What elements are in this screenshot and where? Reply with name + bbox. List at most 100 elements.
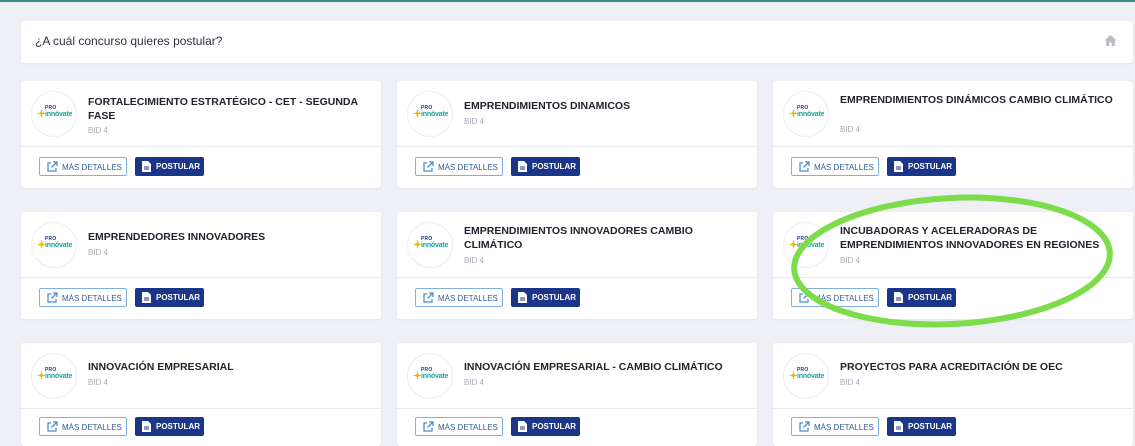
external-link-icon bbox=[799, 161, 810, 172]
contest-card: PRO innóvate EMPRENDIMIENTOS DINAMICOS B… bbox=[397, 81, 757, 188]
card-header: PRO innóvate PROYECTOS PARA ACREDITACIÓN… bbox=[773, 343, 1133, 407]
card-divider bbox=[773, 277, 1133, 278]
apply-button-label: POSTULAR bbox=[908, 162, 952, 171]
contest-title: PROYECTOS PARA ACREDITACIÓN DE OEC bbox=[840, 361, 1063, 373]
contest-title: INCUBADORAS Y ACELERADORAS DE EMPRENDIMI… bbox=[840, 225, 1100, 251]
details-button-label: MÁS DETALLES bbox=[62, 423, 122, 432]
proinnovate-logo: PRO innóvate bbox=[783, 222, 829, 268]
logo-innovate-text: innóvate bbox=[421, 242, 449, 249]
apply-button[interactable]: POSTULAR bbox=[887, 157, 956, 176]
card-divider bbox=[21, 277, 381, 278]
logo-innovate-text: innóvate bbox=[45, 111, 73, 118]
proinnovate-logo: PRO innóvate bbox=[31, 91, 77, 137]
apply-button-label: POSTULAR bbox=[156, 293, 200, 302]
details-button[interactable]: MÁS DETALLES bbox=[791, 417, 879, 436]
external-link-icon bbox=[423, 421, 434, 432]
card-header: PRO innóvate EMPRENDIMIENTOS INNOVADORES… bbox=[397, 212, 757, 276]
apply-button-label: POSTULAR bbox=[532, 293, 576, 302]
document-icon bbox=[142, 292, 151, 303]
card-divider bbox=[397, 408, 757, 409]
card-header: PRO innóvate EMPRENDIMIENTOS DINÁMICOS C… bbox=[773, 81, 1133, 145]
top-accent-line bbox=[0, 0, 1135, 2]
details-button[interactable]: MÁS DETALLES bbox=[39, 288, 127, 307]
contest-card: PRO innóvate EMPRENDEDORES INNOVADORES B… bbox=[21, 212, 381, 319]
card-header: PRO innóvate INCUBADORAS Y ACELERADORAS … bbox=[773, 212, 1133, 276]
apply-button-label: POSTULAR bbox=[532, 162, 576, 171]
details-button[interactable]: MÁS DETALLES bbox=[791, 288, 879, 307]
external-link-icon bbox=[47, 421, 58, 432]
details-button[interactable]: MÁS DETALLES bbox=[415, 157, 503, 176]
details-button[interactable]: MÁS DETALLES bbox=[415, 288, 503, 307]
details-button-label: MÁS DETALLES bbox=[438, 423, 498, 432]
details-button-label: MÁS DETALLES bbox=[62, 294, 122, 303]
page-title: ¿A cuál concurso quieres postular? bbox=[35, 34, 223, 48]
logo-innovate-text: innóvate bbox=[45, 242, 73, 249]
card-header: PRO innóvate EMPRENDIMIENTOS DINAMICOS B… bbox=[397, 81, 757, 145]
external-link-icon bbox=[47, 292, 58, 303]
document-icon bbox=[894, 161, 903, 172]
contest-subtitle: BID 4 bbox=[88, 248, 109, 257]
proinnovate-logo: PRO innóvate bbox=[31, 353, 77, 399]
card-divider bbox=[21, 408, 381, 409]
apply-button[interactable]: POSTULAR bbox=[135, 417, 204, 436]
details-button-label: MÁS DETALLES bbox=[814, 163, 874, 172]
contest-subtitle: BID 4 bbox=[840, 378, 861, 387]
document-icon bbox=[142, 161, 151, 172]
document-icon bbox=[142, 421, 151, 432]
document-icon bbox=[518, 421, 527, 432]
contest-subtitle: BID 4 bbox=[88, 126, 109, 135]
contest-card: PRO innóvate INNOVACIÓN EMPRESARIAL BID … bbox=[21, 343, 381, 446]
contest-card: PRO innóvate EMPRENDIMIENTOS INNOVADORES… bbox=[397, 212, 757, 319]
apply-button[interactable]: POSTULAR bbox=[887, 417, 956, 436]
contest-subtitle: BID 4 bbox=[464, 378, 485, 387]
contest-title: INNOVACIÓN EMPRESARIAL - CAMBIO CLIMÁTIC… bbox=[464, 361, 723, 373]
document-icon bbox=[518, 292, 527, 303]
details-button-label: MÁS DETALLES bbox=[62, 163, 122, 172]
details-button[interactable]: MÁS DETALLES bbox=[415, 417, 503, 436]
details-button-label: MÁS DETALLES bbox=[814, 294, 874, 303]
home-icon[interactable] bbox=[1104, 34, 1117, 47]
document-icon bbox=[894, 421, 903, 432]
card-divider bbox=[21, 146, 381, 147]
contest-subtitle: BID 4 bbox=[464, 117, 485, 126]
external-link-icon bbox=[799, 292, 810, 303]
apply-button-label: POSTULAR bbox=[908, 293, 952, 302]
contest-title: EMPRENDEDORES INNOVADORES bbox=[88, 231, 266, 243]
details-button[interactable]: MÁS DETALLES bbox=[39, 417, 127, 436]
apply-button-label: POSTULAR bbox=[908, 422, 952, 431]
external-link-icon bbox=[423, 292, 434, 303]
logo-innovate-text: innóvate bbox=[797, 373, 825, 380]
document-icon bbox=[518, 161, 527, 172]
logo-innovate-text: innóvate bbox=[797, 242, 825, 249]
contest-title: EMPRENDIMIENTOS DINÁMICOS CAMBIO CLIMÁTI… bbox=[840, 94, 1113, 106]
card-divider bbox=[397, 146, 757, 147]
logo-innovate-text: innóvate bbox=[421, 373, 449, 380]
apply-button[interactable]: POSTULAR bbox=[135, 288, 204, 307]
contest-subtitle: BID 4 bbox=[840, 125, 861, 134]
contest-card: PRO innóvate INNOVACIÓN EMPRESARIAL - CA… bbox=[397, 343, 757, 446]
apply-button[interactable]: POSTULAR bbox=[511, 417, 580, 436]
contest-title: EMPRENDIMIENTOS DINAMICOS bbox=[464, 100, 631, 112]
apply-button[interactable]: POSTULAR bbox=[511, 157, 580, 176]
contest-card: PRO innóvate EMPRENDIMIENTOS DINÁMICOS C… bbox=[773, 81, 1133, 188]
card-divider bbox=[397, 277, 757, 278]
logo-innovate-text: innóvate bbox=[421, 111, 449, 118]
logo-innovate-text: innóvate bbox=[45, 373, 73, 380]
apply-button[interactable]: POSTULAR bbox=[135, 157, 204, 176]
contest-subtitle: BID 4 bbox=[88, 378, 109, 387]
details-button[interactable]: MÁS DETALLES bbox=[39, 157, 127, 176]
details-button-label: MÁS DETALLES bbox=[814, 423, 874, 432]
card-header: PRO innóvate FORTALECIMIENTO ESTRATÉGICO… bbox=[21, 81, 381, 145]
apply-button[interactable]: POSTULAR bbox=[887, 288, 956, 307]
proinnovate-logo: PRO innóvate bbox=[407, 222, 453, 268]
details-button[interactable]: MÁS DETALLES bbox=[791, 157, 879, 176]
card-header: PRO innóvate INNOVACIÓN EMPRESARIAL BID … bbox=[21, 343, 381, 407]
logo-innovate-text: innóvate bbox=[797, 111, 825, 118]
apply-button[interactable]: POSTULAR bbox=[511, 288, 580, 307]
contest-title: INNOVACIÓN EMPRESARIAL bbox=[88, 361, 234, 373]
apply-button-label: POSTULAR bbox=[532, 422, 576, 431]
card-divider bbox=[773, 146, 1133, 147]
contest-card: PRO innóvate PROYECTOS PARA ACREDITACIÓN… bbox=[773, 343, 1133, 446]
external-link-icon bbox=[799, 421, 810, 432]
proinnovate-logo: PRO innóvate bbox=[407, 353, 453, 399]
